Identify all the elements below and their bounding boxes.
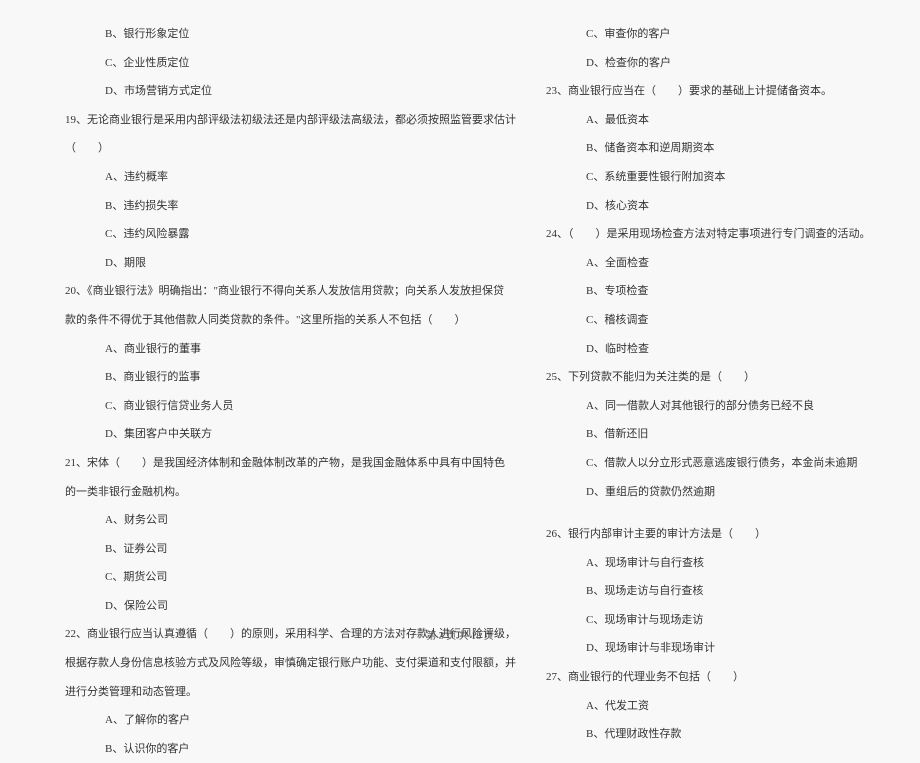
option: B、储备资本和逆周期资本	[546, 134, 871, 163]
question-20: 20、《商业银行法》明确指出："商业银行不得向关系人发放信用贷款；向关系人发放担…	[65, 277, 516, 306]
spacer	[546, 506, 871, 520]
option: D、期限	[65, 249, 516, 278]
option: B、现场走访与自行查核	[546, 577, 871, 606]
option: B、商业银行的监事	[65, 363, 516, 392]
option: D、检查你的客户	[546, 49, 871, 78]
option: A、全面检查	[546, 249, 871, 278]
question-20-cont: 款的条件不得优于其他借款人同类贷款的条件。"这里所指的关系人不包括（ ）	[65, 306, 516, 335]
option: A、了解你的客户	[65, 706, 516, 735]
option: A、财务公司	[65, 506, 516, 535]
option: B、违约损失率	[65, 192, 516, 221]
option: B、代理财政性存款	[546, 720, 871, 749]
option: B、专项检查	[546, 277, 871, 306]
option: C、商业银行信贷业务人员	[65, 392, 516, 421]
question-26: 26、银行内部审计主要的审计方法是（ ）	[546, 520, 871, 549]
option: A、代发工资	[546, 692, 871, 721]
option: C、企业性质定位	[65, 49, 516, 78]
option: C、审查你的客户	[546, 20, 871, 49]
option: D、保险公司	[65, 592, 516, 621]
left-column: B、银行形象定位 C、企业性质定位 D、市场营销方式定位 19、无论商业银行是采…	[50, 20, 531, 620]
option: B、证券公司	[65, 535, 516, 564]
option: B、借新还旧	[546, 420, 871, 449]
option: B、银行形象定位	[65, 20, 516, 49]
option: D、核心资本	[546, 192, 871, 221]
option: A、违约概率	[65, 163, 516, 192]
option: D、集团客户中关联方	[65, 420, 516, 449]
option: A、现场审计与自行查核	[546, 549, 871, 578]
option: A、最低资本	[546, 106, 871, 135]
option: A、商业银行的董事	[65, 335, 516, 364]
question-21: 21、宋体（ ）是我国经济体制和金融体制改革的产物，是我国金融体系中具有中国特色	[65, 449, 516, 478]
option: C、系统重要性银行附加资本	[546, 163, 871, 192]
option: D、临时检查	[546, 335, 871, 364]
option: A、同一借款人对其他银行的部分债务已经不良	[546, 392, 871, 421]
question-19: 19、无论商业银行是采用内部评级法初级法还是内部评级法高级法，都必须按照监管要求…	[65, 106, 516, 135]
question-19-cont: （ ）	[65, 134, 516, 163]
option: C、借款人以分立形式恶意逃废银行债务，本金尚未逾期	[546, 449, 871, 478]
option: D、市场营销方式定位	[65, 77, 516, 106]
option: D、重组后的贷款仍然逾期	[546, 478, 871, 507]
option: B、认识你的客户	[65, 735, 516, 763]
question-22-cont: 根据存款人身份信息核验方式及风险等级，审慎确定银行账户功能、支付渠道和支付限额，…	[65, 649, 516, 678]
page-container: B、银行形象定位 C、企业性质定位 D、市场营销方式定位 19、无论商业银行是采…	[0, 0, 920, 650]
question-23: 23、商业银行应当在（ ）要求的基础上计提储备资本。	[546, 77, 871, 106]
page-footer: 第 3 页 共 18 页	[0, 627, 920, 642]
option: C、稽核调查	[546, 306, 871, 335]
option: C、期货公司	[65, 563, 516, 592]
option: C、违约风险暴露	[65, 220, 516, 249]
question-21-cont: 的一类非银行金融机构。	[65, 478, 516, 507]
right-column: C、审查你的客户 D、检查你的客户 23、商业银行应当在（ ）要求的基础上计提储…	[531, 20, 886, 620]
question-25: 25、下列贷款不能归为关注类的是（ ）	[546, 363, 871, 392]
question-22-cont2: 进行分类管理和动态管理。	[65, 678, 516, 707]
question-24: 24、（ ）是采用现场检查方法对特定事项进行专门调查的活动。	[546, 220, 871, 249]
question-27: 27、商业银行的代理业务不包括（ ）	[546, 663, 871, 692]
